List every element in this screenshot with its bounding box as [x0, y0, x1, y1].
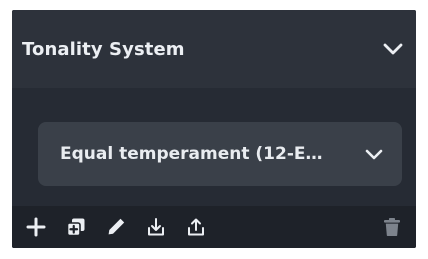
pencil-icon[interactable]	[104, 215, 128, 239]
panel-header[interactable]: Tonality System	[12, 10, 416, 88]
tuning-system-select[interactable]: Equal temperament (12-E…	[38, 122, 402, 186]
chevron-down-icon	[364, 144, 384, 164]
panel-title: Tonality System	[22, 38, 185, 60]
plus-icon[interactable]	[24, 215, 48, 239]
panel-body: Tonality System Equal temperament (12-E…	[12, 10, 416, 248]
duplicate-icon[interactable]	[64, 215, 88, 239]
tonality-system-panel: Tonality System Equal temperament (12-E…	[0, 0, 428, 259]
import-icon[interactable]	[144, 215, 168, 239]
tonality-toolbar	[12, 206, 416, 248]
trash-icon[interactable]	[380, 215, 404, 239]
export-icon[interactable]	[184, 215, 208, 239]
tuning-system-value: Equal temperament (12-E…	[60, 144, 323, 164]
chevron-down-icon[interactable]	[382, 38, 404, 60]
